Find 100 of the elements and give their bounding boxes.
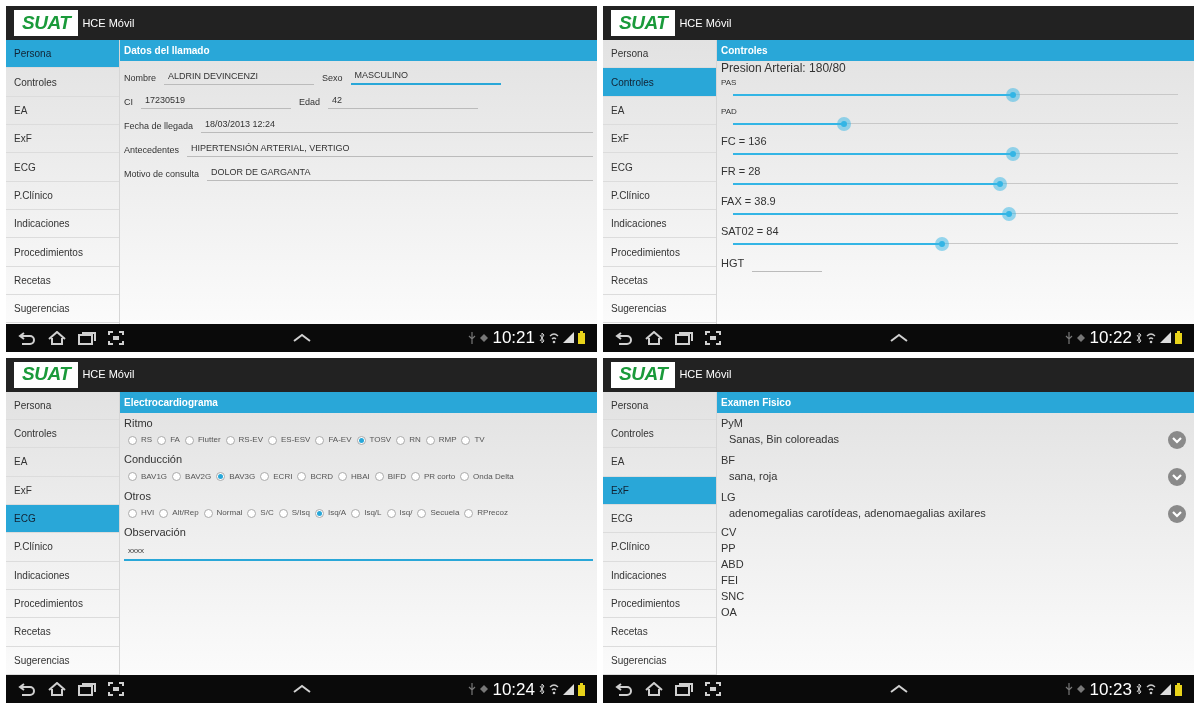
sidebar-item[interactable]: Indicaciones <box>6 210 119 239</box>
dropdown[interactable]: adenomegalias carotídeas, adenomaegalias axilares <box>721 503 1190 524</box>
sidebar-item[interactable]: P.Clínico <box>6 533 119 562</box>
text-field[interactable]: MASCULINO <box>350 68 501 85</box>
chevron-down-icon[interactable] <box>1168 467 1186 486</box>
radio-option[interactable]: RPrecoz <box>464 507 509 519</box>
home-icon[interactable] <box>48 682 66 696</box>
sidebar-item[interactable]: EA <box>603 448 716 477</box>
radio-option[interactable]: Normal <box>203 507 243 519</box>
radio-option[interactable]: BIFD <box>374 470 406 483</box>
sidebar-item[interactable]: Indicaciones <box>603 210 716 239</box>
radio-option[interactable]: Alt/Rep <box>159 507 199 519</box>
back-icon[interactable] <box>615 330 633 345</box>
text-field[interactable]: 18/03/2013 12:24 <box>201 117 593 133</box>
dropdown[interactable]: Sanas, Bin coloreadas <box>721 429 1190 450</box>
sidebar-item[interactable]: Controles <box>6 419 119 449</box>
sidebar-item[interactable]: Procedimientos <box>603 589 716 619</box>
sidebar-item[interactable]: Recetas <box>6 266 119 296</box>
sidebar-item[interactable]: Procedimientos <box>603 238 716 267</box>
chevron-down-icon[interactable] <box>1168 504 1186 523</box>
sidebar-item[interactable]: Procedimientos <box>6 589 119 619</box>
sidebar-item[interactable]: Recetas <box>6 618 119 647</box>
radio-option[interactable]: ES-ESV <box>268 434 311 446</box>
sidebar-item[interactable]: Controles <box>603 68 716 97</box>
sidebar-item[interactable]: Persona <box>603 391 716 420</box>
radio-option[interactable]: FA <box>157 434 180 446</box>
radio-option[interactable]: S/C <box>247 507 274 519</box>
text-field[interactable]: DOLOR DE GARGANTA <box>207 165 593 181</box>
slider[interactable] <box>733 207 1178 221</box>
recent-apps-icon[interactable] <box>675 330 693 345</box>
sidebar-item[interactable]: EA <box>6 448 119 477</box>
slider[interactable] <box>733 237 1178 251</box>
slider[interactable] <box>733 117 1178 131</box>
radio-option[interactable]: Isq/A <box>314 507 347 519</box>
recent-apps-icon[interactable] <box>78 330 96 345</box>
sidebar-item[interactable]: Indicaciones <box>603 561 716 590</box>
slider[interactable] <box>733 177 1178 191</box>
radio-option[interactable]: S/Isq <box>278 507 310 519</box>
radio-option[interactable]: FA-EV <box>315 434 352 446</box>
screenshot-icon[interactable] <box>705 682 721 696</box>
dropdown[interactable]: sana, roja <box>721 466 1190 487</box>
sidebar-item[interactable]: ExF <box>6 125 119 154</box>
caret-up-icon[interactable] <box>291 332 312 343</box>
sidebar-item[interactable]: Persona <box>6 40 119 69</box>
radio-option[interactable]: Isq/ <box>386 507 413 519</box>
sidebar-item[interactable]: ECG <box>603 153 716 182</box>
back-icon[interactable] <box>18 682 36 696</box>
radio-option[interactable]: PR corto <box>411 470 456 483</box>
sidebar-item[interactable]: P.Clínico <box>603 533 716 562</box>
back-icon[interactable] <box>615 682 633 696</box>
slider[interactable] <box>733 88 1178 102</box>
sidebar-item[interactable]: Controles <box>6 68 119 97</box>
back-icon[interactable] <box>18 330 36 345</box>
sidebar-item[interactable]: Sugerencias <box>603 295 716 324</box>
sidebar-item[interactable]: ECG <box>6 504 119 534</box>
sidebar-item[interactable]: P.Clínico <box>603 181 716 211</box>
radio-option[interactable]: BCRD <box>297 470 334 483</box>
radio-option[interactable]: ECRI <box>260 470 293 483</box>
sidebar-item[interactable]: ExF <box>6 476 119 505</box>
sidebar-item[interactable]: Persona <box>6 391 119 420</box>
caret-up-icon[interactable] <box>888 332 909 343</box>
radio-option[interactable]: RS <box>128 434 153 446</box>
radio-option[interactable]: RN <box>396 434 421 446</box>
radio-option[interactable]: Isq/L <box>351 507 382 519</box>
text-field[interactable]: 17230519 <box>141 93 291 109</box>
sidebar-item[interactable]: ECG <box>6 153 119 182</box>
sidebar-item[interactable]: Recetas <box>603 618 716 647</box>
radio-option[interactable]: BAV1G <box>128 470 168 483</box>
radio-option[interactable]: TV <box>461 434 485 446</box>
radio-option[interactable]: HBAI <box>338 470 370 483</box>
sidebar-item[interactable]: Sugerencias <box>603 646 716 675</box>
recent-apps-icon[interactable] <box>675 682 693 696</box>
sidebar-item[interactable]: Recetas <box>603 266 716 296</box>
sidebar-item[interactable]: EA <box>6 96 119 126</box>
screenshot-icon[interactable] <box>108 330 124 345</box>
radio-option[interactable]: BAV2G <box>172 470 212 483</box>
radio-option[interactable]: BAV3G <box>216 470 256 483</box>
screenshot-icon[interactable] <box>108 682 124 696</box>
sidebar-item[interactable]: Sugerencias <box>6 646 119 675</box>
radio-option[interactable]: Secuela <box>417 507 460 519</box>
text-field[interactable]: ALDRIN DEVINCENZI <box>164 69 314 85</box>
caret-up-icon[interactable] <box>291 684 312 694</box>
sidebar-item[interactable]: Indicaciones <box>6 561 119 590</box>
radio-option[interactable]: RMP <box>425 434 457 446</box>
text-field[interactable]: 42 <box>328 93 479 109</box>
radio-option[interactable]: HVI <box>128 507 155 519</box>
screenshot-icon[interactable] <box>705 330 721 345</box>
home-icon[interactable] <box>645 330 663 345</box>
radio-option[interactable]: TOSV <box>356 434 392 446</box>
slider[interactable] <box>733 147 1178 161</box>
caret-up-icon[interactable] <box>888 684 909 694</box>
sidebar-item[interactable]: Sugerencias <box>6 295 119 324</box>
sidebar-item[interactable]: P.Clínico <box>6 181 119 211</box>
chevron-down-icon[interactable] <box>1168 430 1186 449</box>
text-field[interactable]: xxxx <box>124 544 593 561</box>
sidebar-item[interactable]: EA <box>603 96 716 126</box>
sidebar-item[interactable]: ExF <box>603 476 716 505</box>
sidebar-item[interactable]: Controles <box>603 419 716 449</box>
home-icon[interactable] <box>48 330 66 345</box>
sidebar-item[interactable]: ECG <box>603 504 716 534</box>
